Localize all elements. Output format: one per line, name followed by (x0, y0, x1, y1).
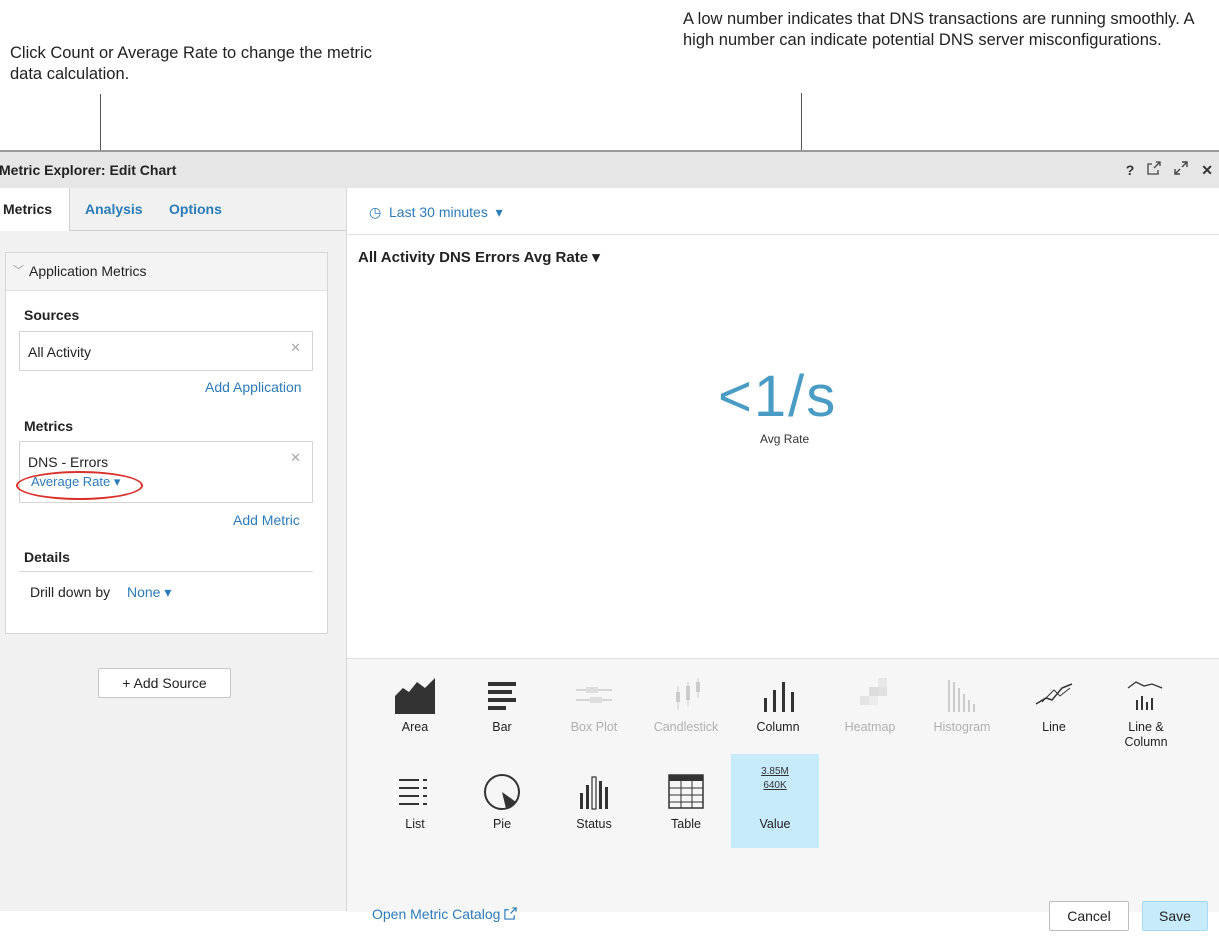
chart-type-label: Histogram (933, 720, 991, 734)
cancel-button[interactable]: Cancel (1049, 901, 1129, 931)
chart-type-pie[interactable]: Pie (465, 760, 539, 856)
chart-type-label: Box Plot (570, 720, 618, 734)
heatmap-icon (860, 678, 887, 705)
add-metric-link[interactable]: Add Metric (233, 512, 300, 528)
chart-type-label: List (405, 817, 425, 831)
close-button[interactable]: ✕ (1201, 162, 1213, 178)
value-display-label: Avg Rate (760, 432, 810, 446)
chart-type-label: Line (1042, 720, 1066, 734)
source-value: All Activity (28, 344, 92, 360)
remove-source-icon[interactable]: ✕ (290, 340, 301, 356)
chart-type-line-and-column[interactable]: Line & Column (1109, 663, 1183, 759)
tab-analysis[interactable]: Analysis (85, 188, 143, 230)
chart-type-line[interactable]: Line (1017, 663, 1091, 759)
chart-type-histogram: Histogram (925, 663, 999, 759)
chart-type-label: Bar (492, 720, 512, 734)
highlight-oval (16, 471, 143, 500)
sources-label: Sources (24, 307, 80, 323)
metrics-label: Metrics (24, 418, 74, 434)
chart-type-bar[interactable]: Bar (465, 663, 539, 759)
chart-title-dropdown[interactable]: All Activity DNS Errors Avg Rate ▾ (358, 248, 600, 266)
application-metrics-section: ﹀ Application Metrics Sources All Activi… (5, 252, 328, 634)
metric-explorer-window: Metric Explorer: Edit Chart ? ✕ Metrics … (0, 150, 1219, 931)
chart-type-label: Status (576, 817, 612, 831)
line-chart-icon (1035, 683, 1073, 705)
chart-type-label: Line & Column (1124, 720, 1168, 749)
clock-icon: ◷ (369, 204, 382, 220)
details-label: Details (24, 549, 70, 565)
chart-type-label: Area (401, 720, 429, 734)
add-application-link[interactable]: Add Application (205, 379, 302, 395)
window-title: Metric Explorer: Edit Chart (0, 162, 177, 178)
candlestick-icon (676, 678, 700, 710)
chart-type-heatmap: Heatmap (833, 663, 907, 759)
chart-type-label: Value (759, 817, 791, 831)
column-chart-icon (764, 682, 794, 712)
window-titlebar: Metric Explorer: Edit Chart ? ✕ (0, 150, 1219, 188)
open-metric-catalog-label: Open Metric Catalog (372, 906, 501, 922)
expand-icon[interactable] (1174, 161, 1188, 178)
save-button[interactable]: Save (1142, 901, 1208, 931)
chart-type-label: Candlestick (653, 720, 719, 734)
tab-bar: Metrics Analysis Options (0, 188, 346, 231)
add-source-button[interactable]: + Add Source (98, 668, 231, 698)
area-chart-icon (395, 678, 435, 714)
tab-options[interactable]: Options (169, 188, 222, 230)
pie-chart-icon (484, 774, 520, 810)
value-icon: 3.85M 640K (731, 766, 819, 792)
footer: Open Metric Catalog Cancel Save (347, 892, 1219, 949)
callout-dns-errors: A low number indicates that DNS transact… (683, 10, 1194, 49)
remove-metric-icon[interactable]: ✕ (290, 450, 301, 466)
chart-type-box-plot: Box Plot (557, 663, 631, 759)
chart-type-table[interactable]: Table (649, 760, 723, 856)
chart-type-label: Table (671, 817, 701, 831)
chart-type-area[interactable]: Area (378, 663, 452, 759)
bar-chart-icon (488, 682, 516, 710)
metric-value: DNS - Errors (28, 454, 109, 470)
time-bar: ◷ Last 30 minutes ▾ (347, 188, 1219, 235)
chart-type-value[interactable]: 3.85M 640K Value (731, 754, 819, 848)
external-link-icon[interactable] (1147, 161, 1161, 178)
caret-down-icon: ▾ (495, 204, 503, 220)
external-link-icon (504, 907, 517, 920)
tab-metrics[interactable]: Metrics (0, 188, 70, 231)
help-button[interactable]: ? (1126, 162, 1135, 178)
value-icon-top: 3.85M (761, 766, 789, 777)
chart-type-list[interactable]: List (378, 760, 452, 856)
time-range-selector[interactable]: ◷ Last 30 minutes ▾ (369, 204, 503, 221)
value-display: <1/s (718, 364, 838, 429)
left-panel: Metrics Analysis Options ﹀ Application M… (0, 188, 347, 911)
right-panel: ◷ Last 30 minutes ▾ All Activity DNS Err… (347, 188, 1219, 931)
time-range-label: Last 30 minutes (389, 204, 488, 220)
callout-metric-calculation: Click Count or Average Rate to change th… (10, 44, 372, 83)
chart-type-label: Heatmap (844, 720, 896, 734)
details-divider (19, 571, 313, 572)
chart-type-candlestick: Candlestick (649, 663, 723, 759)
value-icon-bottom: 640K (763, 780, 787, 791)
status-chart-icon (580, 776, 608, 810)
drill-down-dropdown[interactable]: None ▾ (127, 584, 171, 601)
table-icon (668, 774, 704, 809)
section-header[interactable]: ﹀ Application Metrics (6, 253, 327, 291)
list-icon (399, 779, 427, 805)
chart-type-label: Column (756, 720, 800, 734)
open-metric-catalog-link[interactable]: Open Metric Catalog (372, 906, 517, 922)
box-plot-icon (576, 687, 612, 703)
chart-type-column[interactable]: Column (741, 663, 815, 759)
chart-type-status[interactable]: Status (557, 760, 631, 856)
drill-down-label: Drill down by (30, 584, 111, 600)
section-title: Application Metrics (29, 263, 147, 279)
chart-type-label: Pie (492, 817, 512, 831)
chart-type-picker: Area Bar Box Plot Candlestick Column Hea… (347, 658, 1219, 912)
chevron-down-icon: ﹀ (13, 265, 24, 277)
histogram-icon (948, 680, 975, 712)
source-field[interactable]: All Activity ✕ (19, 331, 313, 371)
line-and-column-icon (1127, 681, 1163, 710)
